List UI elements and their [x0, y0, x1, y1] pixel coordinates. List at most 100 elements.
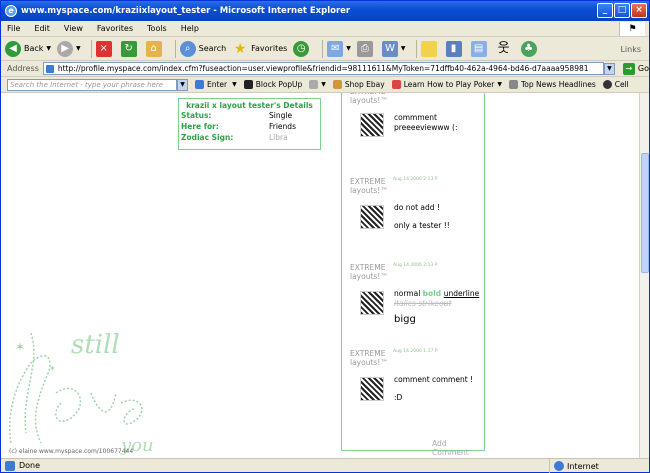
print-icon: ⎙: [356, 40, 373, 57]
messenger-button[interactable]: ♣: [520, 40, 540, 57]
news-button[interactable]: Top News Headlines: [509, 80, 596, 89]
mail-button[interactable]: ✉ ▼: [327, 40, 351, 57]
address-label: Address: [7, 64, 39, 73]
cards-icon: [391, 80, 401, 89]
status-bar: Done Internet: [1, 458, 649, 473]
research-button[interactable]: ▮: [445, 40, 465, 57]
comment-item: EXTREME layouts!™ Aug 14 2006 2:13 P do …: [350, 177, 486, 230]
address-input[interactable]: http://profile.myspace.com/index.cfm?fus…: [42, 62, 605, 75]
links-label[interactable]: Links: [620, 45, 641, 54]
print-button[interactable]: ⎙: [356, 40, 376, 57]
back-button[interactable]: ◀ Back ▼: [5, 40, 51, 57]
status-text: Done: [19, 461, 41, 470]
comment-author[interactable]: EXTREME layouts!™: [350, 93, 388, 105]
sparkle-icon: ✶: [15, 340, 25, 354]
maximize-button[interactable]: □: [614, 3, 630, 18]
background-art: still you love ✶ ✶: [8, 330, 154, 456]
aim-button[interactable]: 웃: [496, 41, 515, 57]
minimize-button[interactable]: _: [597, 3, 613, 18]
menu-bar: File Edit View Favorites Tools Help: [1, 21, 649, 37]
page-viewport: krazii x layout tester's Details Status:…: [1, 93, 639, 458]
windows-flag-icon: ⚑: [619, 22, 645, 36]
sparkle-icon: ✶: [49, 364, 56, 373]
favorites-button[interactable]: ★ Favorites: [232, 41, 287, 57]
comment-avatar[interactable]: [360, 377, 384, 401]
add-comment-link[interactable]: Add Comment: [432, 439, 484, 457]
security-zone: Internet: [549, 459, 599, 473]
page-button[interactable]: ▤: [470, 40, 490, 57]
comment-avatar[interactable]: [360, 291, 384, 315]
page-icon: ▤: [470, 40, 487, 57]
comment-text: do not add ! only a tester !!: [394, 203, 450, 230]
poker-button[interactable]: Learn How to Play Poker ▼: [391, 80, 502, 89]
comment-date: Aug 14 2006 2:13 P: [393, 177, 438, 182]
discuss-button[interactable]: [420, 40, 440, 57]
comment-date: Aug 14 2006 2:13 P: [393, 263, 438, 268]
page-status-icon: [5, 460, 15, 471]
news-icon: [509, 80, 518, 89]
star-icon: ★: [233, 40, 247, 57]
menu-file[interactable]: File: [7, 24, 20, 33]
comment-date: Aug 14 2006 1:17 P: [393, 349, 438, 354]
home-button[interactable]: ⌂: [145, 40, 165, 57]
search-dropdown-icon[interactable]: ▼: [177, 78, 188, 91]
edit-button[interactable]: W ▼: [381, 40, 406, 57]
forward-arrow-icon: ▶: [57, 40, 74, 57]
art-credit: (c) elaine www.myspace.com/100677444: [9, 448, 134, 455]
comment-text: normal bold underline italics strikeout …: [394, 289, 480, 325]
history-button[interactable]: ◷: [293, 40, 312, 57]
cell-button[interactable]: Cell: [602, 80, 629, 89]
search-input[interactable]: Search the Internet - type your phrase h…: [7, 78, 177, 91]
refresh-icon: ↻: [120, 40, 137, 57]
scrollbar-thumb[interactable]: [641, 153, 649, 273]
browser-window: e www.myspace.com/kraziixlayout_tester -…: [0, 0, 650, 473]
enter-button[interactable]: Enter ▼: [195, 80, 237, 89]
window-title: www.myspace.com/kraziixlayout_tester - M…: [21, 6, 351, 16]
stop-icon: ×: [95, 40, 112, 57]
toolbar: ◀ Back ▼ ▶ ▼ × ↻ ⌂ ⌕ Search ★ Favorites ◷ ✉ ▼ …: [1, 37, 649, 61]
block-icon: [243, 80, 253, 89]
search-button[interactable]: ⌕ Search: [179, 40, 226, 57]
vertical-scrollbar[interactable]: [639, 93, 649, 458]
globe-icon: [554, 461, 564, 471]
messenger-icon: ♣: [520, 40, 537, 57]
address-bar: Address http://profile.myspace.com/index…: [1, 61, 649, 77]
comment-text: commment preeeeviewww (:: [394, 113, 458, 132]
comment-author[interactable]: EXTREME layouts!™: [350, 177, 388, 195]
menu-favorites[interactable]: Favorites: [97, 24, 133, 33]
search-toolbar: Search the Internet - type your phrase h…: [1, 77, 649, 93]
close-button[interactable]: ×: [631, 3, 647, 18]
comment-text: comment comment !:D: [394, 375, 474, 402]
home-icon: ⌂: [145, 40, 162, 57]
book-icon: ▮: [445, 40, 462, 57]
menu-help[interactable]: Help: [181, 24, 199, 33]
details-row: Zodiac Sign: Libra: [181, 133, 288, 142]
pencil-icon: [309, 80, 319, 89]
comment-avatar[interactable]: [360, 205, 384, 229]
address-dropdown-icon[interactable]: ▼: [604, 62, 615, 75]
menu-edit[interactable]: Edit: [34, 24, 50, 33]
tag-icon: [332, 80, 342, 89]
art-text-still: still: [71, 330, 120, 360]
back-arrow-icon: ◀: [5, 40, 21, 57]
go-button[interactable]: → Go: [622, 62, 649, 75]
menu-view[interactable]: View: [64, 24, 83, 33]
details-box: krazii x layout tester's Details Status:…: [178, 98, 321, 150]
menu-tools[interactable]: Tools: [147, 24, 167, 33]
shop-ebay-button[interactable]: Shop Ebay: [332, 80, 385, 89]
go-arrow-icon: →: [622, 62, 635, 75]
title-bar: e www.myspace.com/kraziixlayout_tester -…: [1, 1, 649, 21]
comment-item: EXTREME layouts!™ Aug 14 2006 1:17 P com…: [350, 349, 486, 402]
comment-author[interactable]: EXTREME layouts!™: [350, 263, 388, 281]
comment-author[interactable]: EXTREME layouts!™: [350, 349, 388, 367]
stop-button[interactable]: ×: [95, 40, 115, 57]
comment-item: EXTREME layouts!™ commmentpreeeeviewww (…: [350, 93, 486, 137]
refresh-button[interactable]: ↻: [120, 40, 140, 57]
search-icon: ⌕: [179, 40, 196, 57]
forward-button[interactable]: ▶ ▼: [57, 40, 81, 57]
comment-avatar[interactable]: [360, 113, 384, 137]
block-popup-button[interactable]: Block PopUp: [243, 80, 302, 89]
aim-man-icon: 웃: [497, 40, 510, 56]
details-row: Status: Single: [181, 111, 293, 120]
tools-button[interactable]: ▼: [309, 80, 326, 89]
